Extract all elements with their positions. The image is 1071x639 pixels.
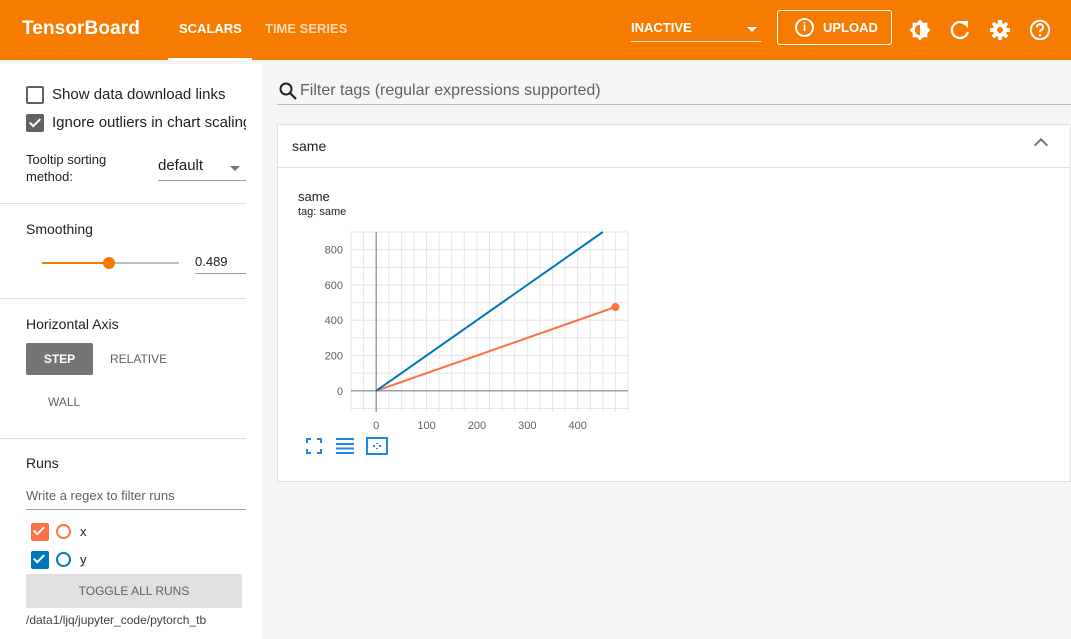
brightness-icon[interactable] [908,18,932,42]
ignore-outliers-label-clip: Ignore outliers in chart scaling [52,114,246,134]
upload-button-label: UPLOAD [823,20,878,35]
divider [0,298,246,299]
run-y-color-icon[interactable] [56,552,71,567]
runs-filter-input[interactable]: Write a regex to filter runs [26,484,246,510]
smoothing-label: Smoothing [26,221,93,237]
y-tick-label: 800 [325,245,343,257]
run-y-checkbox[interactable] [31,551,49,569]
smoothing-slider[interactable] [42,257,179,269]
checkmark-icon [32,523,46,536]
x-tick-label: 0 [373,420,379,432]
y-tick-label: 200 [325,351,343,363]
sidebar: Show data download links Ignore outliers… [0,64,262,639]
fit-domain-icon[interactable] [365,434,389,458]
log-scale-icon[interactable] [333,434,357,458]
scalar-chart[interactable]: 0 200 400 600 800 0 100 200 300 400 [298,222,638,432]
smoothing-slider-fill [42,262,109,264]
y-tick-label: 0 [337,386,343,398]
checkmark-icon [32,551,46,564]
tag-filter[interactable]: Filter tags (regular expressions support… [277,78,1071,105]
smoothing-value-input[interactable]: 0.489 [195,250,246,274]
horizontal-axis-label: Horizontal Axis [26,316,119,332]
logdir-path: /data1/ljq/jupyter_code/pytorch_tb [26,613,207,627]
chevron-up-icon[interactable] [1033,137,1049,153]
tooltip-sorting-label: Tooltip sorting method: [26,152,107,184]
settings-icon[interactable] [988,18,1012,42]
show-download-links-checkbox[interactable] [26,86,44,104]
help-icon[interactable] [1028,18,1052,42]
divider [0,438,246,439]
ignore-outliers-label: Ignore outliers in chart scaling [52,114,246,131]
tag-filter-input[interactable]: Filter tags (regular expressions support… [300,82,601,100]
runs-label: Runs [26,455,59,471]
plugin-selector-dropdown[interactable]: INACTIVE [631,20,761,42]
x-tick-label: 200 [468,420,486,432]
tag-group-card: same same tag: same 0 200 400 600 800 0 100 200… [277,124,1071,482]
run-x-label: x [80,524,87,539]
info-icon: i [795,18,814,37]
run-y-label: y [80,552,87,567]
checkmark-icon [28,115,42,128]
show-download-links-label: Show data download links [52,86,226,103]
plugin-selector-value: INACTIVE [631,20,692,35]
x-tick-label: 400 [568,420,586,432]
chart-title: same [298,189,330,204]
ignore-outliers-checkbox[interactable] [26,114,44,132]
divider [0,203,246,204]
tab-time-series[interactable]: TIME SERIES [265,21,347,36]
fullscreen-icon[interactable] [302,434,326,458]
upload-button[interactable]: i UPLOAD [777,10,892,45]
series-point-x [611,303,620,311]
y-tick-label: 600 [325,280,343,292]
tab-scalars[interactable]: SCALARS [179,21,242,36]
tag-group-title: same [292,138,327,154]
smoothing-slider-thumb[interactable] [102,257,115,269]
x-tick-label: 100 [417,420,435,432]
refresh-icon[interactable] [948,18,972,42]
axis-step-button[interactable]: STEP [26,343,93,375]
y-tick-label: 400 [325,315,343,327]
run-x-color-icon[interactable] [56,524,71,539]
active-tab-indicator [168,58,252,60]
chevron-down-icon [230,166,240,171]
tooltip-sorting-value: default [158,157,204,174]
tooltip-sorting-select[interactable]: default [158,157,246,181]
run-x-checkbox[interactable] [31,523,49,541]
top-app-bar: TensorBoard SCALARS TIME SERIES INACTIVE… [0,0,1071,60]
chart-tag: tag: same [298,206,347,218]
x-tick-label: 300 [518,420,536,432]
tag-group-header[interactable]: same [278,125,1070,168]
toggle-all-runs-button[interactable]: TOGGLE ALL RUNS [26,574,242,608]
axis-wall-button[interactable]: WALL [48,395,80,409]
series-line-x [375,306,616,392]
axis-relative-button[interactable]: RELATIVE [110,352,167,366]
search-icon [279,82,297,100]
chevron-down-icon [747,27,757,32]
app-brand: TensorBoard [22,18,140,39]
